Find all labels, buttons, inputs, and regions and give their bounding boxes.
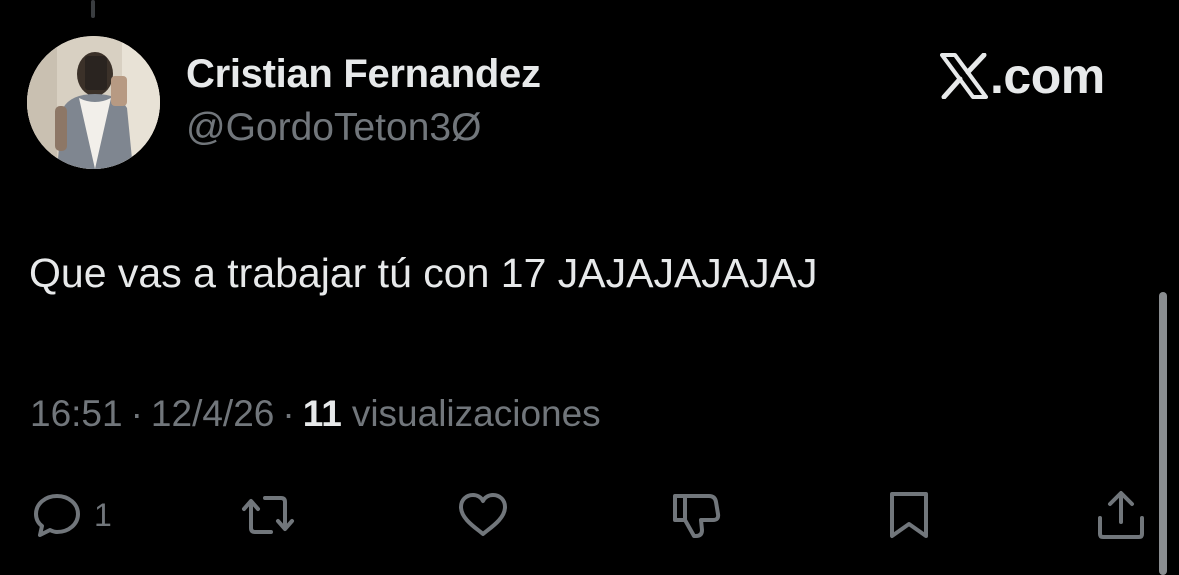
x-logo-icon xyxy=(940,53,988,99)
avatar-photo xyxy=(27,36,160,169)
reply-count: 1 xyxy=(94,496,112,533)
author-display-name[interactable]: Cristian Fernandez xyxy=(186,52,541,97)
dislike-button[interactable] xyxy=(669,485,723,545)
tweet-text: Que vas a trabajar tú con 17 JAJAJAJAJAJ xyxy=(29,250,818,296)
like-button[interactable] xyxy=(456,485,510,545)
thread-connector-line xyxy=(91,0,95,18)
tweet-date[interactable]: 12/4/26 xyxy=(151,393,274,435)
reply-button[interactable]: 1 xyxy=(30,485,112,545)
repost-button[interactable] xyxy=(241,485,295,545)
scrollbar[interactable] xyxy=(1159,292,1167,575)
share-button[interactable] xyxy=(1094,485,1148,545)
repost-icon xyxy=(242,496,294,534)
meta-separator: · xyxy=(282,393,295,434)
tweet-meta: 16:51 · 12/4/26 · 11 visualizaciones xyxy=(30,393,601,435)
avatar[interactable] xyxy=(27,36,160,169)
bookmark-button[interactable] xyxy=(882,485,936,545)
brand-watermark: .com xyxy=(940,48,1105,104)
brand-domain-suffix: .com xyxy=(990,48,1105,104)
action-bar: 1 xyxy=(0,485,1179,545)
share-icon xyxy=(1098,491,1144,539)
like-icon xyxy=(459,493,507,536)
reply-icon xyxy=(34,494,80,537)
author-handle[interactable]: @GordoTeton3Ø xyxy=(186,106,481,150)
bookmark-icon xyxy=(890,492,928,538)
tweet-time[interactable]: 16:51 xyxy=(30,393,123,435)
dislike-icon xyxy=(673,494,721,538)
views-label: visualizaciones xyxy=(351,393,601,434)
meta-separator: · xyxy=(130,393,143,434)
views-count: 11 xyxy=(302,393,342,434)
